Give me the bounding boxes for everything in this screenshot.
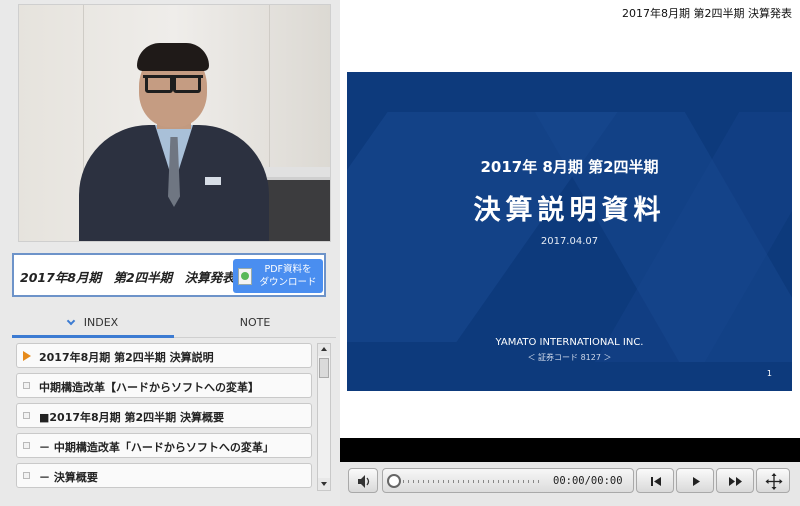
scroll-up-arrow-icon[interactable] — [318, 344, 330, 356]
chevron-down-icon — [66, 316, 76, 326]
slide-subtitle: 2017年 8月期 第2四半期 — [480, 158, 659, 176]
fast-forward-button[interactable] — [716, 468, 754, 493]
pdf-download-label-text: PDF資料を ダウンロード — [259, 264, 317, 288]
tab-note-label: NOTE — [239, 316, 271, 329]
list-item-label: ■2017年8月期 第2四半期 決算概要 — [39, 411, 224, 424]
list-item[interactable]: 2017年8月期 第2四半期 決算説明 — [16, 343, 312, 368]
video-letterbox — [340, 438, 800, 462]
seek-track — [393, 480, 543, 483]
play-marker-icon — [23, 351, 31, 361]
fullscreen-icon — [765, 473, 783, 490]
list-item-label: 2017年8月期 第2四半期 決算説明 — [39, 351, 214, 364]
speaker-glasses — [143, 75, 203, 93]
fast-forward-icon — [729, 477, 742, 486]
list-item[interactable]: － 中期構造改革「ハードからソフトへの変革」 — [16, 433, 312, 458]
speaker-hair — [137, 43, 209, 71]
list-item[interactable]: 中期構造改革【ハードからソフトへの変革】 — [16, 373, 312, 398]
list-item-label: 中期構造改革【ハードからソフトへの変革】 — [39, 381, 259, 394]
session-title: 2017年8月期 第2四半期 決算発表 — [20, 270, 235, 285]
skip-previous-icon — [651, 477, 661, 486]
tab-index[interactable]: INDEX — [12, 310, 174, 338]
index-scrollbar[interactable] — [317, 343, 331, 491]
slide-page-number: 1 — [766, 369, 772, 378]
bullet-square-icon — [23, 412, 30, 419]
right-panel: 2017年8月期 第2四半期 決算発表 2017年 8月期 第2四半期 決算説明… — [340, 0, 800, 506]
left-panel: 2017年8月期 第2四半期 決算発表 PDF資料を ダウンロード INDEX … — [0, 0, 340, 506]
player-controls: 00:00/00:00 — [340, 462, 800, 506]
list-item-label: － 中期構造改革「ハードからソフトへの変革」 — [39, 441, 274, 454]
seek-bar[interactable]: 00:00/00:00 — [382, 468, 634, 493]
index-list: 2017年8月期 第2四半期 決算説明 中期構造改革【ハードからソフトへの変革】… — [12, 342, 316, 492]
session-title-box: 2017年8月期 第2四半期 決算発表 PDF資料を ダウンロード — [12, 253, 326, 297]
scroll-down-arrow-icon[interactable] — [318, 478, 330, 490]
seek-handle[interactable] — [387, 474, 401, 488]
list-item[interactable]: ■2017年8月期 第2四半期 決算概要 — [16, 403, 312, 428]
pdf-document-icon — [238, 268, 252, 285]
pdf-download-button[interactable]: PDF資料を ダウンロード — [233, 259, 323, 293]
slide-stock-code: ＜ 証券コード 8127 ＞ — [527, 353, 612, 362]
presentation-player: 2017年8月期 第2四半期 決算発表 PDF資料を ダウンロード INDEX … — [0, 0, 800, 506]
play-icon — [693, 477, 700, 486]
previous-button[interactable] — [636, 468, 674, 493]
bullet-square-icon — [23, 382, 30, 389]
speaker-icon — [358, 475, 370, 488]
tab-note[interactable]: NOTE — [174, 310, 336, 338]
slide-title: 決算説明資料 — [473, 195, 666, 226]
slide-date: 2017.04.07 — [540, 236, 599, 247]
bullet-square-icon — [23, 442, 30, 449]
pocket-square — [205, 177, 221, 185]
tab-index-label: INDEX — [83, 316, 119, 329]
presentation-slide: 2017年 8月期 第2四半期 決算説明資料 2017.04.07 YAMATO… — [347, 72, 792, 391]
bullet-square-icon — [23, 472, 30, 479]
event-title: 2017年8月期 第2四半期 決算発表 — [622, 7, 792, 20]
list-item-label: － 決算概要 — [39, 471, 98, 484]
pdf-download-label: PDF資料を ダウンロード — [256, 263, 320, 289]
sidebar-tabs: INDEX NOTE — [12, 310, 336, 338]
cabinet — [264, 177, 330, 241]
fullscreen-button[interactable] — [756, 468, 790, 493]
play-button[interactable] — [676, 468, 714, 493]
volume-button[interactable] — [348, 468, 378, 493]
speaker-video[interactable] — [18, 4, 331, 242]
scroll-thumb[interactable] — [319, 358, 329, 378]
time-display: 00:00/00:00 — [553, 475, 623, 487]
slide-company: YAMATO INTERNATIONAL INC. — [495, 337, 644, 348]
list-item[interactable]: － 決算概要 — [16, 463, 312, 488]
